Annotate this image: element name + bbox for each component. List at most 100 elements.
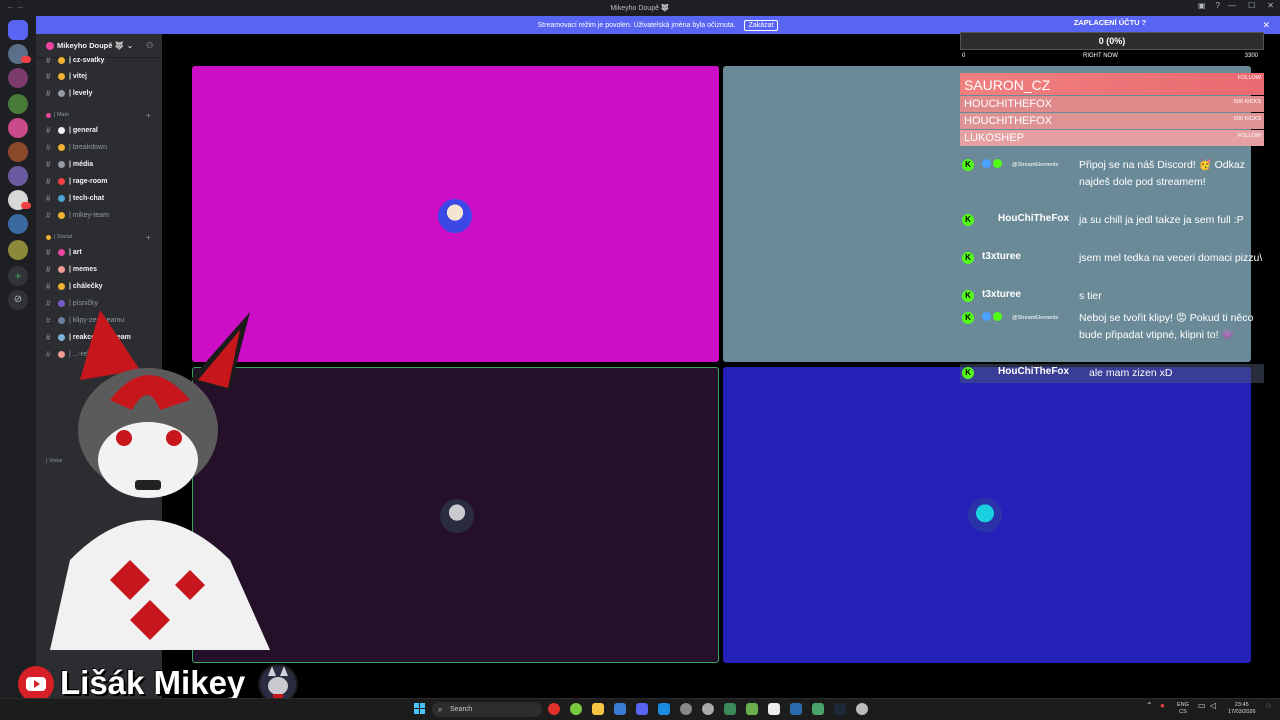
- channel-item[interactable]: # | média: [46, 157, 93, 171]
- category-emoji-icon: [46, 234, 51, 240]
- user-avatar[interactable]: [968, 498, 1002, 532]
- channel-emoji-icon: [58, 211, 65, 219]
- notification-badge: [21, 202, 31, 209]
- hash-icon: #: [46, 71, 51, 81]
- server-icon[interactable]: [8, 94, 28, 114]
- tray-chevron-icon[interactable]: ⌃: [1146, 702, 1153, 710]
- discord-icon[interactable]: [636, 703, 648, 715]
- channel-emoji-icon: [58, 194, 65, 202]
- channel-item[interactable]: # | chálečky: [46, 279, 102, 293]
- channel-item[interactable]: # | general: [46, 123, 98, 137]
- chat-text: ja su chill ja jedl takze ja sem full :P: [1079, 214, 1244, 226]
- kick-icon: K: [962, 290, 974, 302]
- video-tile[interactable]: [723, 367, 1251, 663]
- channel-item[interactable]: # | vitej: [46, 69, 87, 83]
- app-icon[interactable]: [570, 703, 582, 715]
- add-channel-icon[interactable]: +: [146, 111, 151, 120]
- windows-start-icon[interactable]: [414, 703, 426, 715]
- channel-emoji-icon: [58, 56, 65, 64]
- inbox-icon[interactable]: ▣: [1198, 1, 1206, 10]
- chat-message: K HouChiTheFox ja su chill ja jedl takze…: [960, 211, 1264, 245]
- channel-item[interactable]: # | cz-svatky: [46, 53, 104, 67]
- help-icon[interactable]: ?: [1216, 1, 1220, 10]
- server-icon[interactable]: [8, 240, 28, 260]
- hash-icon: #: [46, 176, 51, 186]
- payment-goal-title: ZAPLACENÍ ÚČTU ?: [1073, 18, 1147, 27]
- channel-emoji-icon: [58, 299, 65, 307]
- channel-item[interactable]: # | art: [46, 245, 82, 259]
- server-icon[interactable]: [8, 118, 28, 138]
- alert-name: SAURON_CZ: [964, 77, 1051, 93]
- history-nav[interactable]: ← →: [6, 2, 24, 11]
- store-icon[interactable]: [614, 703, 626, 715]
- hash-icon: #: [46, 125, 51, 135]
- user-avatar[interactable]: [440, 499, 474, 533]
- youtube-icon: [18, 666, 54, 702]
- opera-icon[interactable]: [548, 703, 560, 715]
- notification-badge: [21, 56, 31, 63]
- language-indicator[interactable]: ENG CS: [1177, 702, 1189, 716]
- app-icon[interactable]: [790, 703, 802, 715]
- category-main[interactable]: | Main +: [46, 111, 151, 120]
- microphone-icon[interactable]: ●: [1160, 702, 1165, 710]
- kick-icon: K: [962, 312, 974, 324]
- taskbar-search[interactable]: ⌕ Search: [432, 702, 542, 717]
- minimize-button[interactable]: —: [1228, 1, 1236, 10]
- settings-icon[interactable]: [702, 703, 714, 715]
- vtuber-avatar: [50, 310, 270, 650]
- channel-emoji-icon: [58, 248, 65, 256]
- app-icon[interactable]: [658, 703, 670, 715]
- hash-icon: #: [46, 88, 51, 98]
- channel-emoji-icon: [58, 265, 65, 273]
- app-icon[interactable]: [856, 703, 868, 715]
- chat-username: HouChiTheFox: [998, 366, 1070, 377]
- hash-icon: #: [46, 159, 51, 169]
- server-icon[interactable]: [8, 68, 28, 88]
- chat-text: ale mam zizen xD: [1089, 367, 1173, 379]
- discord-home-icon[interactable]: [8, 20, 28, 40]
- add-channel-icon[interactable]: +: [146, 233, 151, 242]
- server-icon[interactable]: [8, 166, 28, 186]
- window-controls: — ☐ ✕: [1228, 1, 1274, 10]
- app-icon[interactable]: [812, 703, 824, 715]
- channel-item[interactable]: # | levely: [46, 86, 92, 100]
- disable-streamer-mode-button[interactable]: Zakázat: [743, 19, 779, 31]
- channel-item[interactable]: # | breakdown: [46, 140, 107, 154]
- user-avatar[interactable]: [438, 199, 472, 233]
- maximize-button[interactable]: ☐: [1248, 1, 1255, 10]
- alert-item: HOUCHITHEFOX 500 KICKS: [960, 113, 1264, 129]
- steam-icon[interactable]: [834, 703, 846, 715]
- search-icon: ⌕: [438, 705, 443, 714]
- network-icon[interactable]: ▭: [1198, 702, 1206, 710]
- kick-icon: K: [962, 252, 974, 264]
- app-icon[interactable]: [680, 703, 692, 715]
- discover-icon[interactable]: ⊘: [8, 290, 28, 310]
- channel-item[interactable]: # | tech-chat: [46, 191, 104, 205]
- volume-icon[interactable]: ◁: [1210, 702, 1216, 710]
- channel-item[interactable]: # | memes: [46, 262, 97, 276]
- channel-emoji-icon: [58, 89, 65, 97]
- file-explorer-icon[interactable]: [592, 703, 604, 715]
- server-icon[interactable]: [8, 214, 28, 234]
- notion-icon[interactable]: [768, 703, 780, 715]
- chat-message: K @StreamElements Neboj se tvořit klipy!…: [960, 309, 1264, 361]
- alert-name: LUKOSHEP: [964, 132, 1024, 144]
- channel-emoji-icon: [58, 72, 65, 80]
- banner-close-icon[interactable]: ✕: [1262, 20, 1270, 31]
- close-window-button[interactable]: ✕: [1267, 1, 1274, 10]
- notification-icon[interactable]: ◌: [1266, 702, 1271, 710]
- channel-item[interactable]: # | rage-room: [46, 174, 108, 188]
- invite-people-icon[interactable]: ⚇: [146, 41, 153, 50]
- chat-message: K t3xturee jsem mel tedka na veceri doma…: [960, 249, 1264, 283]
- clock[interactable]: 23:45 17/03/2026: [1228, 702, 1256, 716]
- category-social[interactable]: | Social +: [46, 233, 151, 242]
- channel-item[interactable]: # | písničky: [46, 296, 98, 310]
- channel-item[interactable]: # | mikey-team: [46, 208, 109, 222]
- app-icon[interactable]: [746, 703, 758, 715]
- hash-icon: #: [46, 281, 51, 291]
- channel-emoji-icon: [58, 143, 65, 151]
- windows-taskbar: ⌕ Search ⌃ ● ENG CS ▭ ◁ 23:45 17/03/2026 ◌: [0, 698, 1280, 720]
- add-server-icon[interactable]: +: [8, 266, 28, 286]
- server-icon[interactable]: [8, 142, 28, 162]
- app-icon[interactable]: [724, 703, 736, 715]
